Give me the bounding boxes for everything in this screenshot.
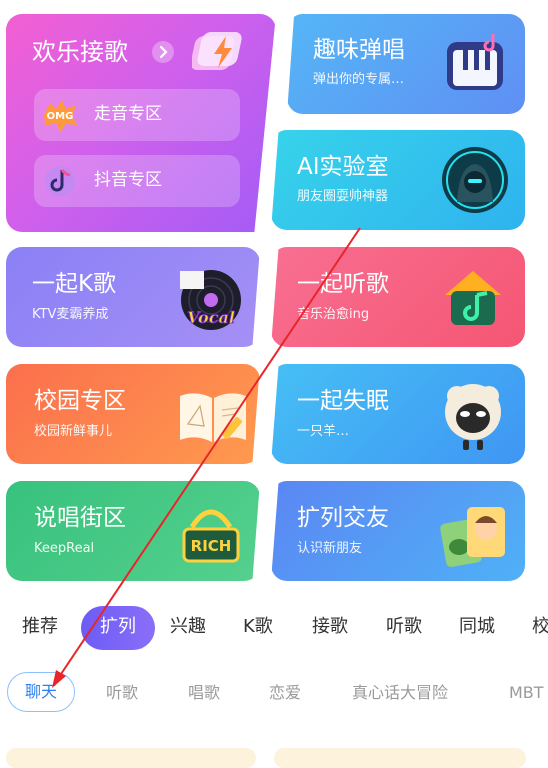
card-title: AI实验室	[297, 154, 389, 180]
card-yiqi-tingge[interactable]: 一起听歌 音乐治愈ing	[271, 247, 525, 347]
rich-chain-icon: RICH	[178, 497, 244, 571]
subtab-tingge[interactable]: 听歌	[106, 685, 138, 701]
card-yiqi-kge[interactable]: 一起K歌 KTV麦霸养成 Vocal	[6, 247, 260, 347]
subtab-zhenxinhua[interactable]: 真心话大冒险	[352, 685, 448, 701]
omg-icon: OMG	[40, 97, 80, 133]
room-card-peek[interactable]	[274, 748, 526, 768]
card-subtitle: 朋友圈耍帅神器	[297, 189, 389, 204]
vocal-text: Vocal	[187, 308, 235, 327]
card-subtitle: 音乐治愈ing	[297, 307, 370, 322]
card-xiaoyuan[interactable]: 校园专区 校园新鲜事儿	[6, 364, 260, 464]
tab-tuijian[interactable]: 推荐	[22, 618, 58, 636]
rich-text: RICH	[191, 537, 232, 555]
sheep-icon	[441, 378, 505, 452]
subtab-changge[interactable]: 唱歌	[188, 685, 220, 701]
card-huanle-jiege[interactable]: 欢乐接歌 OMG 走音专区 抖音专区	[6, 14, 276, 232]
pill-label: 抖音专区	[94, 170, 162, 190]
subtab-lianai[interactable]: 恋爱	[269, 685, 301, 701]
douyin-note-icon	[42, 163, 78, 199]
tab-tingge[interactable]: 听歌	[386, 618, 422, 636]
category-tabs: 推荐 扩列 兴趣 K歌 接歌 听歌 同城 校	[0, 606, 548, 652]
tab-xiao[interactable]: 校	[532, 618, 548, 636]
card-ai-lab[interactable]: AI实验室 朋友圈耍帅神器	[271, 130, 525, 230]
music-house-icon	[439, 265, 507, 331]
card-title: 校园专区	[34, 388, 126, 414]
card-subtitle: KeepReal	[34, 541, 95, 556]
card-subtitle: 一只羊…	[297, 424, 350, 439]
tab-kuolie[interactable]: 扩列	[81, 606, 155, 650]
tab-label: 扩列	[100, 616, 136, 637]
tab-tongcheng[interactable]: 同城	[459, 618, 495, 636]
room-card-peek[interactable]	[6, 748, 256, 768]
ai-robot-icon	[441, 144, 509, 216]
pill-douyin[interactable]: 抖音专区	[34, 155, 240, 207]
open-book-icon	[176, 386, 250, 446]
card-title: 趣味弹唱	[313, 37, 405, 63]
tab-kge[interactable]: K歌	[243, 618, 273, 636]
card-title: 一起听歌	[297, 271, 389, 297]
svg-text:OMG: OMG	[47, 111, 74, 122]
card-title: 一起K歌	[32, 271, 117, 297]
card-subtitle: 校园新鲜事儿	[34, 424, 113, 439]
pill-zouyin[interactable]: OMG 走音专区	[34, 89, 240, 141]
subtab-liaotian[interactable]: 聊天	[7, 672, 75, 712]
lightning-icon	[190, 28, 248, 78]
card-subtitle: KTV麦霸养成	[32, 307, 109, 322]
card-subtitle: 认识新朋友	[297, 541, 363, 556]
card-kuolie-jiaoyou[interactable]: 扩列交友 认识新朋友	[271, 481, 525, 581]
piano-icon	[441, 30, 511, 96]
sub-tabs: 聊天 听歌 唱歌 恋爱 真心话大冒险 MBT	[0, 672, 548, 716]
card-title: 说唱街区	[34, 505, 126, 531]
tab-jiege[interactable]: 接歌	[312, 618, 348, 636]
card-shuochang-jiequ[interactable]: 说唱街区 KeepReal RICH	[6, 481, 260, 581]
chevron-right-icon[interactable]	[152, 41, 174, 63]
card-title: 欢乐接歌	[32, 38, 128, 66]
card-yiqi-shimian[interactable]: 一起失眠 一只羊…	[271, 364, 525, 464]
card-quwei-tanchang[interactable]: 趣味弹唱 弹出你的专属…	[287, 14, 525, 114]
subtab-label: 聊天	[24, 682, 57, 701]
card-subtitle: 弹出你的专属…	[313, 72, 405, 87]
subtab-mbti[interactable]: MBT	[509, 685, 544, 701]
vinyl-record-icon: Vocal	[176, 263, 246, 333]
card-title: 一起失眠	[297, 388, 389, 414]
tab-xingqu[interactable]: 兴趣	[170, 618, 206, 636]
friend-cards-icon	[435, 499, 511, 571]
card-title: 扩列交友	[297, 505, 389, 531]
pill-label: 走音专区	[94, 104, 162, 124]
